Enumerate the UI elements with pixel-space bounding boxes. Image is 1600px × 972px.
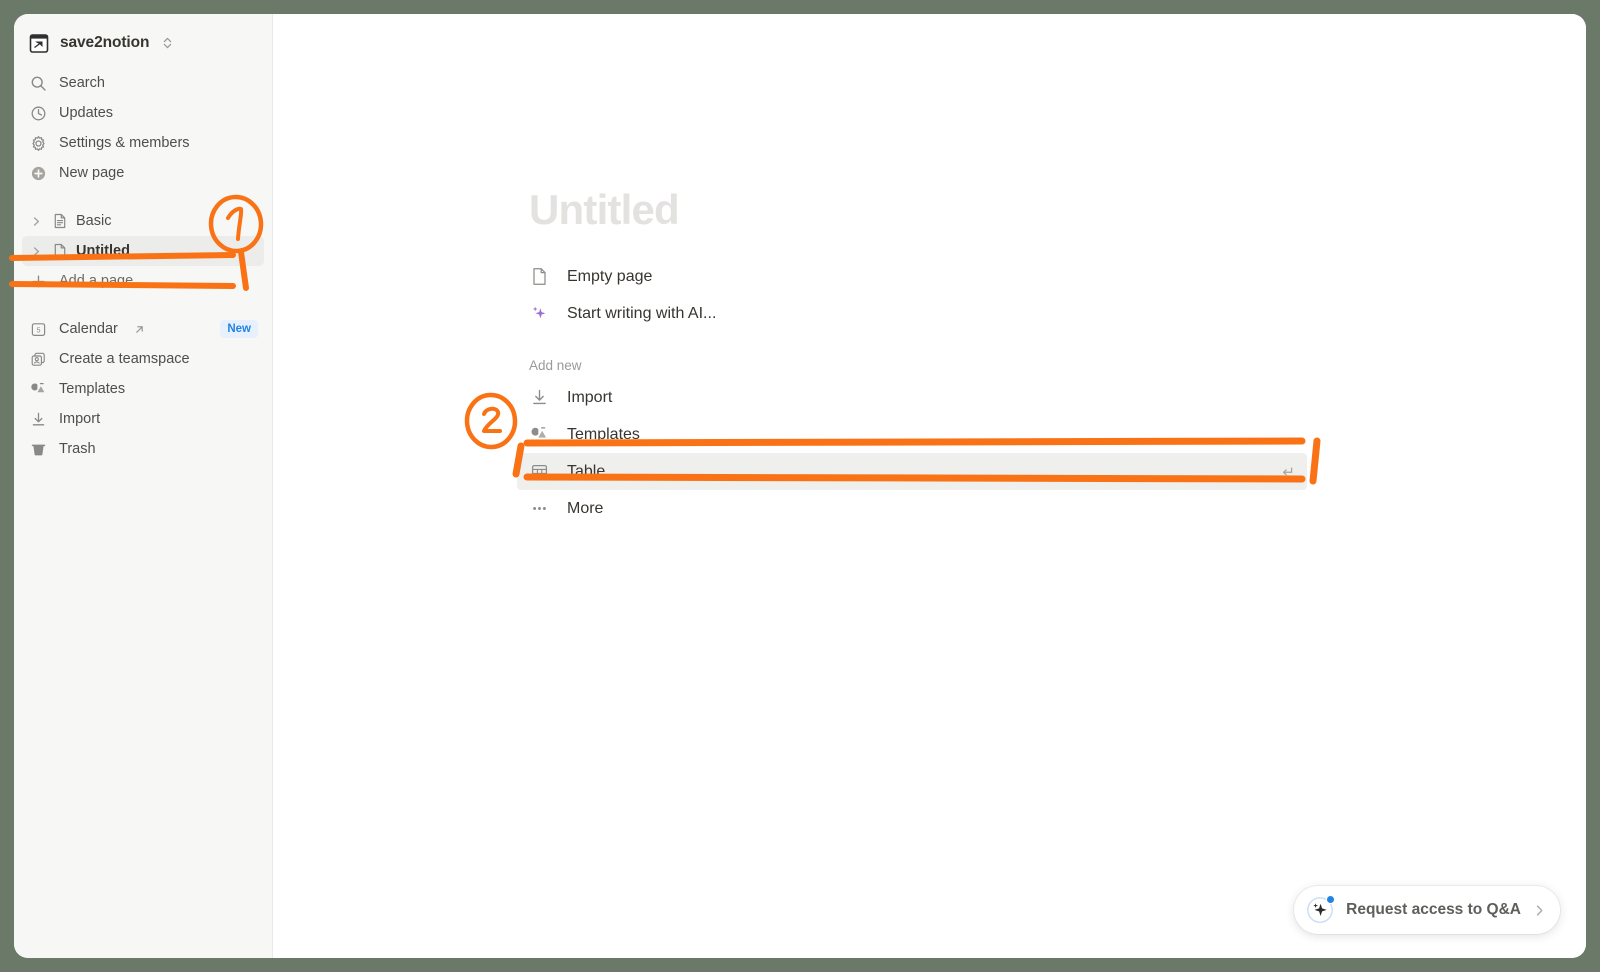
workspace-name: save2notion	[60, 34, 150, 51]
ellipsis-icon	[529, 499, 549, 519]
sidebar-item-create-teamspace[interactable]: Create a teamspace	[22, 344, 264, 374]
calendar-icon: 5	[28, 319, 48, 339]
sidebar-item-label: Updates	[59, 105, 114, 121]
table-grid-icon	[529, 462, 549, 482]
option-label: Table	[567, 462, 606, 480]
option-label: Empty page	[567, 267, 653, 285]
status-badge-new: New	[220, 319, 258, 339]
sidebar-item-trash[interactable]: Trash	[22, 434, 264, 464]
sidebar-item-label: Create a teamspace	[59, 351, 190, 367]
sidebar-item-label: Calendar	[59, 321, 118, 337]
sidebar: save2notion Search Updates Settings & me…	[14, 14, 273, 958]
ai-sparkle-circle-icon	[1306, 895, 1336, 924]
option-label: Start writing with AI...	[567, 304, 717, 322]
sidebar-item-label: Templates	[59, 381, 126, 397]
enter-key-hint: ↵	[1282, 463, 1295, 481]
gear-icon	[28, 133, 48, 153]
templates-icon	[529, 425, 549, 445]
sidebar-item-label: Search	[59, 75, 105, 91]
sidebar-page-label: Untitled	[76, 243, 130, 259]
main-content: Untitled Empty page Start writing with A…	[273, 14, 1586, 958]
add-a-page-row[interactable]: Add a page	[22, 266, 264, 296]
start-writing-with-ai-option[interactable]: Start writing with AI...	[517, 295, 1307, 332]
option-label: Import	[567, 388, 613, 406]
sidebar-item-label: Import	[59, 411, 101, 427]
chevron-right-icon[interactable]	[28, 243, 44, 259]
page-title[interactable]: Untitled	[529, 186, 1586, 234]
request-access-qa-button[interactable]: Request access to Q&A	[1294, 886, 1560, 934]
search-icon	[28, 73, 48, 93]
import-option[interactable]: Import	[517, 379, 1307, 416]
workspace-switcher[interactable]: save2notion	[22, 26, 264, 60]
templates-icon	[28, 379, 48, 399]
sidebar-item-templates[interactable]: Templates	[22, 374, 264, 404]
chevron-right-icon	[1533, 904, 1546, 917]
sidebar-item-label: New page	[59, 165, 125, 181]
qa-widget-label: Request access to Q&A	[1346, 901, 1521, 918]
arrow-up-right-icon	[134, 324, 145, 335]
chevron-up-down-icon	[162, 36, 173, 50]
notion-workspace-icon	[28, 32, 50, 54]
document-blank-icon	[51, 242, 69, 260]
document-lines-icon	[51, 212, 69, 230]
plus-circle-icon	[28, 163, 48, 183]
sidebar-page-basic[interactable]: Basic	[22, 206, 264, 236]
sidebar-item-label: Settings & members	[59, 135, 190, 151]
add-a-page-label: Add a page	[59, 273, 134, 289]
add-new-section-label: Add new	[529, 358, 582, 373]
teamspace-icon	[28, 349, 48, 369]
option-label: Templates	[567, 425, 640, 443]
import-download-icon	[529, 388, 549, 408]
ai-sparkle-icon	[529, 304, 549, 324]
clock-icon	[28, 103, 48, 123]
page-body: Untitled Empty page Start writing with A…	[273, 14, 1586, 527]
trash-icon	[28, 439, 48, 459]
sidebar-item-new-page[interactable]: New page	[22, 158, 264, 188]
import-download-icon	[28, 409, 48, 429]
empty-page-option[interactable]: Empty page	[517, 258, 1307, 295]
table-option-row[interactable]: Table ↵	[517, 453, 1307, 490]
more-option[interactable]: More	[517, 490, 1307, 527]
sidebar-item-import[interactable]: Import	[22, 404, 264, 434]
sidebar-item-label: Trash	[59, 441, 96, 457]
chevron-right-icon[interactable]	[28, 213, 44, 229]
svg-text:5: 5	[36, 325, 40, 334]
templates-option[interactable]: Templates	[517, 416, 1307, 453]
sidebar-page-label: Basic	[76, 213, 112, 229]
sidebar-item-settings[interactable]: Settings & members	[22, 128, 264, 158]
option-label: More	[567, 499, 604, 517]
plus-icon	[28, 271, 48, 291]
sidebar-page-untitled[interactable]: Untitled	[22, 236, 264, 266]
sidebar-item-updates[interactable]: Updates	[22, 98, 264, 128]
sidebar-item-calendar[interactable]: 5 Calendar New	[22, 314, 264, 344]
document-blank-icon	[529, 267, 549, 287]
notion-window: save2notion Search Updates Settings & me…	[14, 14, 1586, 958]
sidebar-item-search[interactable]: Search	[22, 68, 264, 98]
